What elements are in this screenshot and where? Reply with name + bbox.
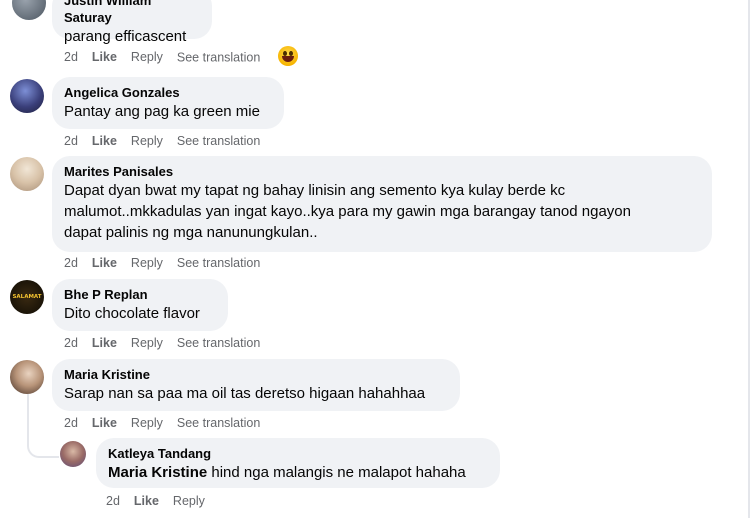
comment-bubble: Justin William Saturay parang efficascen… bbox=[52, 0, 212, 45]
like-button[interactable]: Like bbox=[92, 134, 117, 148]
reply-author[interactable]: Katleya Tandang bbox=[108, 445, 488, 462]
comment-text: Dito chocolate flavor bbox=[64, 305, 200, 322]
see-translation-link[interactable]: See translation bbox=[177, 134, 260, 148]
reply-button[interactable]: Reply bbox=[131, 256, 163, 270]
reply-bubble: Katleya Tandang Maria Kristine hind nga … bbox=[96, 438, 500, 488]
comment-actions: 2d Like Reply See translation bbox=[64, 336, 274, 350]
comment-actions: 2d Like Reply See translation bbox=[64, 46, 312, 68]
comment-author[interactable]: Justin William Saturay bbox=[64, 0, 200, 26]
comment-text-line: Dapat dyan bwat my tapat ng bahay linisi… bbox=[64, 182, 566, 199]
comment-author[interactable]: Maria Kristine bbox=[64, 366, 448, 383]
avatar-logo-text: SALAMAT bbox=[12, 294, 42, 300]
avatar[interactable] bbox=[10, 157, 44, 191]
avatar[interactable] bbox=[10, 360, 44, 394]
timestamp[interactable]: 2d bbox=[64, 50, 78, 64]
comment-actions: 2d Like Reply See translation bbox=[64, 416, 274, 430]
comment-text: parang efficascent bbox=[64, 28, 187, 45]
mention-link[interactable]: Maria Kristine bbox=[108, 464, 207, 481]
comment-bubble: Bhe P Replan Dito chocolate flavor bbox=[52, 279, 228, 331]
reply-body: hind nga malangis ne malapot hahaha bbox=[207, 464, 466, 481]
reply-button[interactable]: Reply bbox=[131, 134, 163, 148]
comment-text-line: malumot..mkkadulas yan ingat kayo..kya p… bbox=[64, 203, 631, 220]
reply-button[interactable]: Reply bbox=[131, 336, 163, 350]
reply-thread-line bbox=[27, 394, 59, 458]
reply-button[interactable]: Reply bbox=[131, 50, 163, 64]
timestamp[interactable]: 2d bbox=[64, 416, 78, 430]
like-button[interactable]: Like bbox=[134, 494, 159, 508]
like-button[interactable]: Like bbox=[92, 336, 117, 350]
timestamp[interactable]: 2d bbox=[64, 134, 78, 148]
reply-button[interactable]: Reply bbox=[131, 416, 163, 430]
see-translation-link[interactable]: See translation bbox=[177, 256, 260, 270]
comment-author[interactable]: Angelica Gonzales bbox=[64, 84, 272, 101]
comment-text: Sarap nan sa paa ma oil tas deretso higa… bbox=[64, 385, 426, 402]
see-translation-link[interactable]: See translation bbox=[177, 50, 260, 64]
see-translation-link[interactable]: See translation bbox=[177, 416, 260, 430]
comment-bubble: Angelica Gonzales Pantay ang pag ka gree… bbox=[52, 77, 284, 129]
comment-author[interactable]: Bhe P Replan bbox=[64, 286, 216, 303]
like-button[interactable]: Like bbox=[92, 256, 117, 270]
avatar[interactable] bbox=[12, 0, 46, 20]
timestamp[interactable]: 2d bbox=[64, 256, 78, 270]
reply-text: Maria Kristine hind nga malangis ne mala… bbox=[108, 462, 488, 483]
comment-actions: 2d Like Reply See translation bbox=[64, 134, 274, 148]
comment-text: Pantay ang pag ka green mie bbox=[64, 103, 260, 120]
comment-actions: 2d Like Reply See translation bbox=[64, 256, 274, 270]
like-button[interactable]: Like bbox=[92, 50, 117, 64]
avatar[interactable] bbox=[60, 441, 86, 467]
comment-bubble: Maria Kristine Sarap nan sa paa ma oil t… bbox=[52, 359, 460, 411]
comment-author[interactable]: Marites Panisales bbox=[64, 163, 700, 180]
see-translation-link[interactable]: See translation bbox=[177, 336, 260, 350]
reply-actions: 2d Like Reply bbox=[106, 494, 219, 508]
reply-button[interactable]: Reply bbox=[173, 494, 205, 508]
laughing-emoji-icon[interactable] bbox=[278, 46, 299, 66]
comment-bubble: Marites Panisales Dapat dyan bwat my tap… bbox=[52, 156, 712, 252]
avatar[interactable] bbox=[10, 79, 44, 113]
timestamp[interactable]: 2d bbox=[64, 336, 78, 350]
avatar[interactable]: SALAMAT bbox=[10, 280, 44, 314]
like-button[interactable]: Like bbox=[92, 416, 117, 430]
comment-text-line: dapat palinis ng mga nanunungkulan.. bbox=[64, 224, 318, 241]
timestamp[interactable]: 2d bbox=[106, 494, 120, 508]
